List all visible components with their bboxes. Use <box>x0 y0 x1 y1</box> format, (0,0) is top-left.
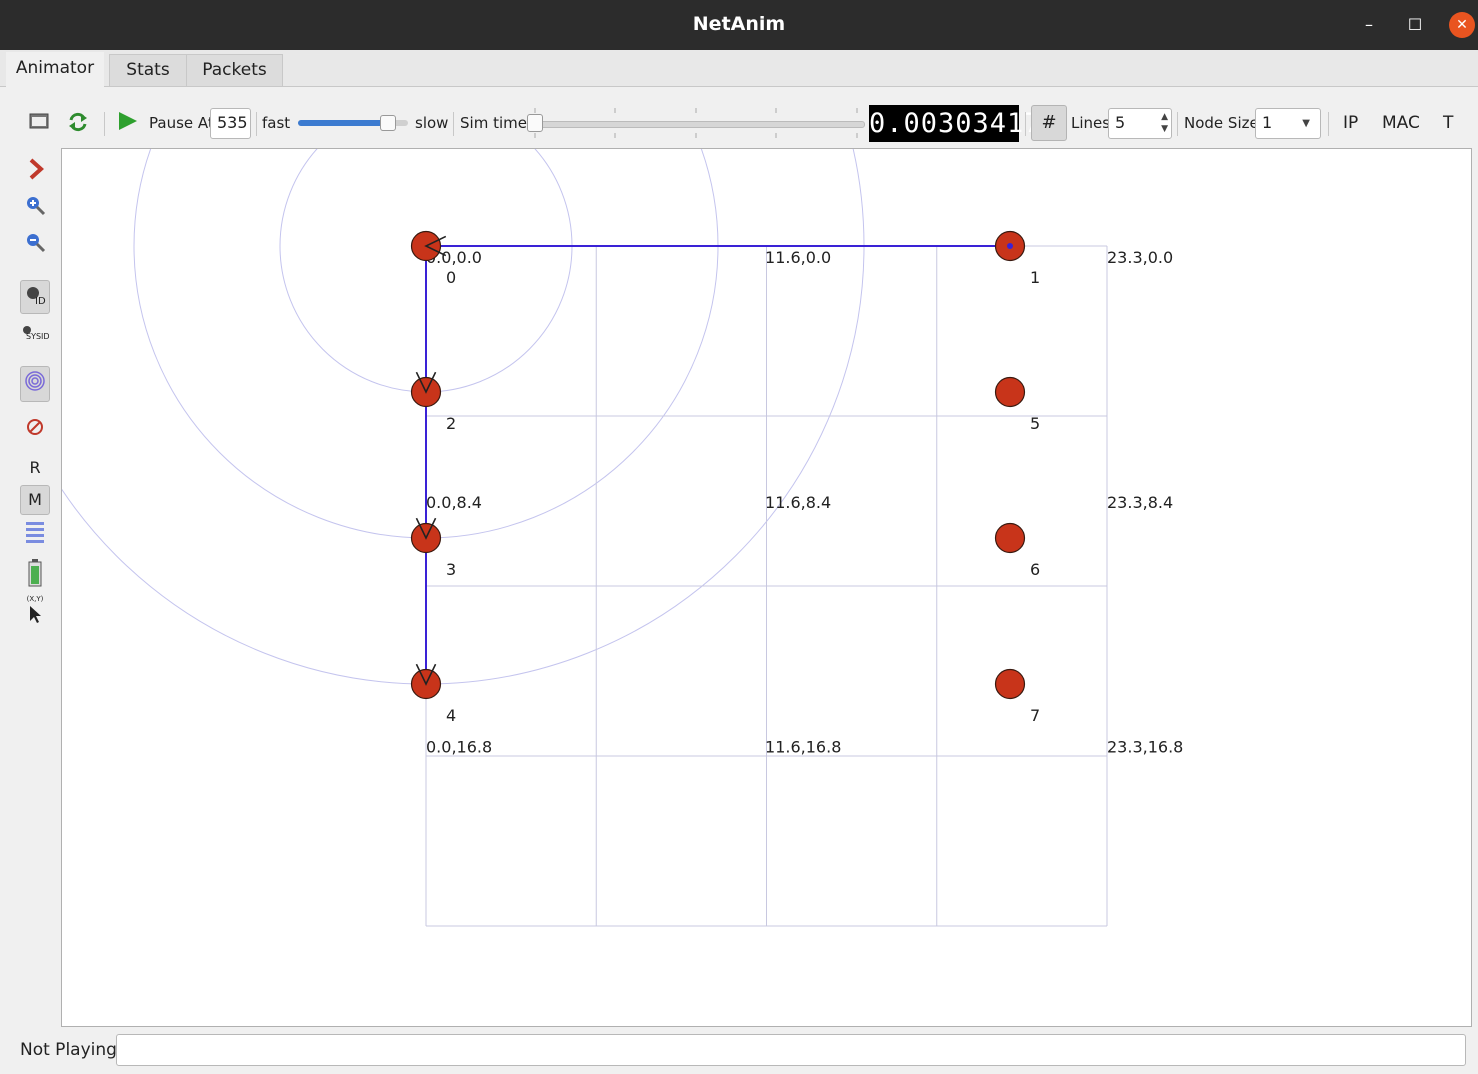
zoom-in-icon[interactable] <box>20 193 50 223</box>
node-label: 5 <box>1030 414 1040 433</box>
grid-toggle-button[interactable]: # <box>1031 105 1067 141</box>
minimize-button[interactable]: – <box>1356 12 1382 38</box>
node-5 <box>994 376 1026 408</box>
window-title: NetAnim <box>692 13 786 35</box>
node-size-select[interactable]: 1 ▼ <box>1255 108 1321 139</box>
node-size-value: 1 <box>1262 113 1273 132</box>
m-button[interactable]: M <box>20 485 50 515</box>
node-id-toggle-button[interactable]: ID <box>20 280 50 314</box>
t-button[interactable]: T <box>1443 113 1453 133</box>
zoom-out-icon[interactable] <box>20 230 50 260</box>
ip-button[interactable]: IP <box>1343 113 1358 133</box>
sim-time-slider[interactable] <box>525 106 867 140</box>
node-7 <box>994 668 1026 700</box>
node-label: 1 <box>1030 268 1040 287</box>
close-button[interactable]: ✕ <box>1449 12 1475 38</box>
grid-coordinate-label: 23.3,0.0 <box>1107 248 1173 267</box>
lines-value: 5 <box>1115 113 1126 132</box>
fast-label: fast <box>262 114 291 132</box>
network-scene[interactable]: 0.0,0.0 11.6,0.0 23.3,0.00.0,8.4 11.6,8.4 23… <box>62 149 1472 1027</box>
node-6 <box>994 522 1026 554</box>
sim-time-label: Sim time <box>460 114 527 132</box>
wireless-circles-toggle-button[interactable] <box>20 366 50 402</box>
fast-forward-icon[interactable] <box>20 157 50 187</box>
maximize-button[interactable]: ☐ <box>1402 12 1428 38</box>
node-label: 2 <box>446 414 456 433</box>
lines-label: Lines <box>1071 114 1111 132</box>
open-file-icon[interactable] <box>28 111 50 135</box>
sim-time-display: 0.00303417 <box>869 105 1041 142</box>
tab-packets[interactable]: Packets <box>186 54 283 86</box>
lines-spinbox[interactable]: 5 ▲ ▼ <box>1108 108 1172 139</box>
tab-bar: Animator Stats Packets <box>0 50 1478 87</box>
tab-stats[interactable]: Stats <box>109 54 187 86</box>
node-label: 4 <box>446 706 456 725</box>
pause-at-input[interactable]: 535 <box>210 108 251 139</box>
status-label: Not Playing <box>20 1040 117 1060</box>
sysid-icon[interactable]: SYSID <box>20 322 50 352</box>
spin-arrows-icon[interactable]: ▲ ▼ <box>1161 111 1168 135</box>
play-icon[interactable] <box>117 110 139 136</box>
packet-list-icon[interactable] <box>20 520 50 550</box>
node-size-label: Node Size <box>1184 114 1259 132</box>
chevron-down-icon: ▼ <box>1302 118 1310 129</box>
grid-coordinate-label: 11.6,0.0 <box>765 248 831 267</box>
status-bar: Not Playing <box>0 1032 1478 1074</box>
grid-coordinate-label: 23.3,8.4 <box>1107 493 1173 512</box>
sim-time-slider-handle[interactable] <box>527 114 543 132</box>
node-label: 3 <box>446 560 456 579</box>
xy-label: (X,Y) <box>26 595 44 603</box>
reload-icon[interactable] <box>66 110 90 138</box>
grid-coordinate-label: 0.0,8.4 <box>426 493 482 512</box>
node-label: 7 <box>1030 706 1040 725</box>
r-button[interactable]: R <box>20 453 50 483</box>
grid-icon: # <box>1041 112 1057 133</box>
grid-coordinate-label: 11.6,16.8 <box>765 738 841 757</box>
speed-slider-handle[interactable] <box>380 115 396 131</box>
mouse-coordinates-icon[interactable]: (X,Y) <box>20 594 50 624</box>
node-label: 0 <box>446 268 456 287</box>
node-label: 6 <box>1030 560 1040 579</box>
grid-coordinate-label: 11.6,8.4 <box>765 493 831 512</box>
sysid-label: SYSID <box>26 332 50 341</box>
title-bar: NetAnim – ☐ ✕ <box>0 0 1478 50</box>
grid-coordinate-label: 23.3,16.8 <box>1107 738 1183 757</box>
mac-button[interactable]: MAC <box>1382 113 1420 133</box>
pause-at-label: Pause At <box>149 114 214 132</box>
id-icon: ID <box>35 296 46 307</box>
link-source-dot <box>1007 243 1013 249</box>
status-message-field[interactable] <box>116 1034 1466 1066</box>
speed-slider[interactable] <box>298 115 412 131</box>
left-sidebar: ID SYSID R M (X,Y) <box>14 152 56 642</box>
battery-icon[interactable] <box>20 558 50 588</box>
animation-canvas[interactable]: 0.0,0.0 11.6,0.0 23.3,0.0 0.0,8.4 11.6,8.4 23… <box>61 148 1472 1027</box>
tab-animator[interactable]: Animator <box>6 52 104 87</box>
slow-label: slow <box>415 114 449 132</box>
grid-coordinate-label: 0.0,16.8 <box>426 738 492 757</box>
no-entry-icon[interactable] <box>20 416 50 446</box>
